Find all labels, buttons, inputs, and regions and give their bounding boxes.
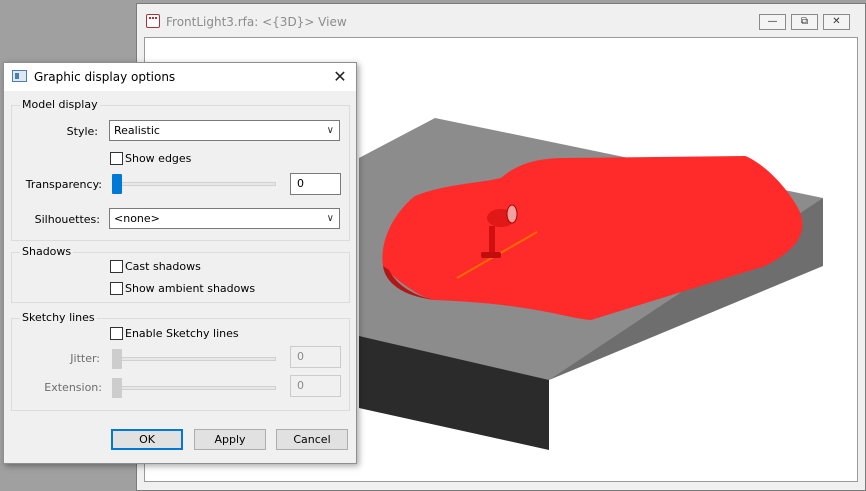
dialog-titlebar[interactable]: Graphic display options ✕ <box>4 63 356 91</box>
ambient-shadows-label: Show ambient shadows <box>125 282 256 295</box>
dialog-window-icon <box>12 70 27 82</box>
graphic-display-options-dialog: Graphic display options ✕ Model display … <box>3 62 357 464</box>
view-window-title: FrontLight3.rfa: <{3D}> View <box>166 15 347 29</box>
show-edges-label: Show edges <box>125 152 192 165</box>
transparency-input[interactable]: 0 <box>290 173 341 195</box>
cast-shadows-checkbox[interactable] <box>110 260 123 273</box>
extension-slider-thumb <box>112 378 122 398</box>
transparency-slider-track[interactable] <box>112 182 276 186</box>
silhouettes-dropdown[interactable]: <none> ∨ <box>109 208 340 229</box>
fixture-lens <box>506 204 518 224</box>
enable-sketchy-lines-checkbox[interactable] <box>110 327 123 340</box>
jitter-slider-track <box>112 357 276 361</box>
jitter-label: Jitter: <box>70 352 100 365</box>
extension-input: 0 <box>290 375 341 397</box>
chevron-down-icon: ∨ <box>326 125 334 136</box>
ok-button[interactable]: OK <box>111 429 183 450</box>
extension-label: Extension: <box>44 381 102 394</box>
sketchy-lines-group-label: Sketchy lines <box>20 311 97 324</box>
model-display-group-label: Model display <box>20 98 100 111</box>
family-document-icon <box>146 14 160 28</box>
cancel-button[interactable]: Cancel <box>276 429 348 450</box>
view-titlebar[interactable]: FrontLight3.rfa: <{3D}> View — ⧉ ✕ <box>137 4 865 37</box>
fixture-stem <box>489 226 495 254</box>
style-dropdown[interactable]: Realistic ∨ <box>109 120 340 141</box>
enable-sketchy-lines-label: Enable Sketchy lines <box>125 327 239 340</box>
silhouettes-dropdown-value: <none> <box>114 212 160 225</box>
silhouettes-label: Silhouettes: <box>34 213 100 226</box>
minimize-button[interactable]: — <box>759 14 786 30</box>
close-window-button[interactable]: ✕ <box>823 14 850 30</box>
fixture-base <box>481 252 501 258</box>
dialog-close-button[interactable]: ✕ <box>330 67 350 87</box>
jitter-input: 0 <box>290 346 341 368</box>
style-dropdown-value: Realistic <box>114 124 160 137</box>
transparency-slider-thumb[interactable] <box>112 174 122 194</box>
transparency-label: Transparency: <box>25 178 102 191</box>
shadows-group-label: Shadows <box>20 245 74 258</box>
style-label: Style: <box>66 125 98 138</box>
show-edges-checkbox[interactable] <box>110 152 123 165</box>
restore-button[interactable]: ⧉ <box>791 14 818 30</box>
chevron-down-icon: ∨ <box>326 213 334 224</box>
ambient-shadows-checkbox[interactable] <box>110 282 123 295</box>
extension-slider-track <box>112 386 276 390</box>
jitter-slider-thumb <box>112 349 122 369</box>
apply-button[interactable]: Apply <box>194 429 266 450</box>
dialog-title: Graphic display options <box>34 70 176 84</box>
cast-shadows-label: Cast shadows <box>125 260 201 273</box>
